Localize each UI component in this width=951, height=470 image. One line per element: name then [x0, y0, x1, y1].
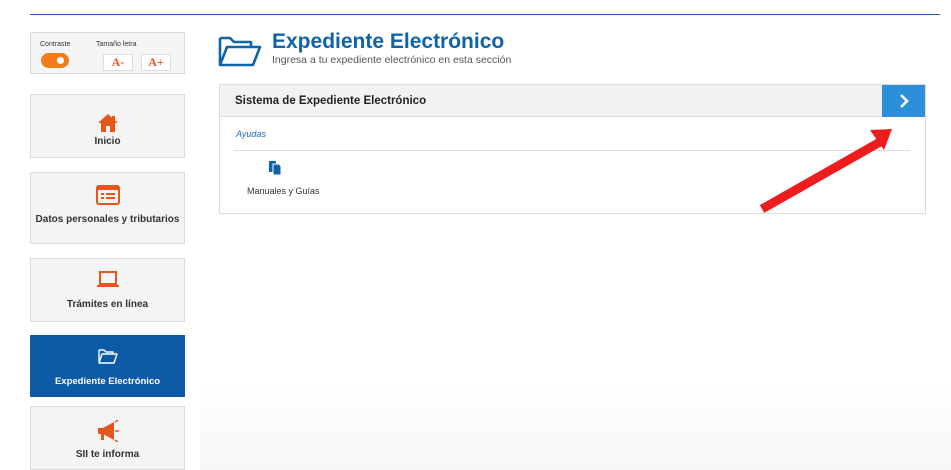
sidebar-item-label: SII te informa — [75, 449, 140, 460]
ayudas-link[interactable]: Ayudas — [236, 129, 266, 139]
sidebar-item-inicio[interactable]: Inicio — [30, 94, 185, 158]
sidebar-item-label: Trámites en línea — [66, 299, 149, 310]
chevron-right-icon — [899, 94, 909, 108]
sidebar-item-label: Expediente Electrónico — [54, 376, 161, 387]
toggle-knob — [55, 55, 66, 66]
page-background-band — [200, 380, 951, 470]
accessibility-panel: Contraste Tamaño letra A- A+ — [30, 32, 185, 74]
contrast-label: Contraste — [40, 41, 71, 48]
laptop-icon — [31, 271, 184, 289]
section-divider — [234, 150, 910, 151]
contrast-toggle[interactable] — [41, 53, 69, 68]
id-card-icon — [31, 185, 184, 205]
open-system-button[interactable] — [882, 85, 925, 117]
sidebar-item-sii-informa[interactable]: SII te informa — [30, 406, 185, 470]
manuales-guias-link[interactable]: Manuales y Guías — [247, 186, 320, 196]
decrease-font-button[interactable]: A- — [103, 54, 133, 71]
sidebar-item-expediente[interactable]: Expediente Electrónico — [30, 335, 185, 397]
sidebar-item-tramites[interactable]: Trámites en línea — [30, 258, 185, 322]
sidebar-item-label: Datos personales y tributarios — [35, 214, 180, 225]
documents-icon[interactable] — [268, 160, 282, 181]
folder-open-icon — [31, 347, 184, 365]
panel-header-title: Sistema de Expediente Electrónico — [235, 95, 427, 107]
expediente-panel: Sistema de Expediente Electrónico Ayudas… — [219, 84, 926, 214]
page-subtitle: Ingresa a tu expediente electrónico en e… — [272, 54, 512, 66]
home-icon — [31, 113, 184, 133]
panel-header: Sistema de Expediente Electrónico — [220, 85, 925, 117]
page-title: Expediente Electrónico — [272, 30, 505, 53]
header-divider — [30, 14, 940, 15]
increase-font-button[interactable]: A+ — [141, 54, 171, 71]
folder-open-icon — [218, 34, 262, 73]
font-size-label: Tamaño letra — [96, 41, 137, 48]
sidebar-item-datos-personales[interactable]: Datos personales y tributarios — [30, 172, 185, 244]
megaphone-icon — [31, 420, 184, 442]
sidebar-item-label: Inicio — [94, 136, 121, 147]
